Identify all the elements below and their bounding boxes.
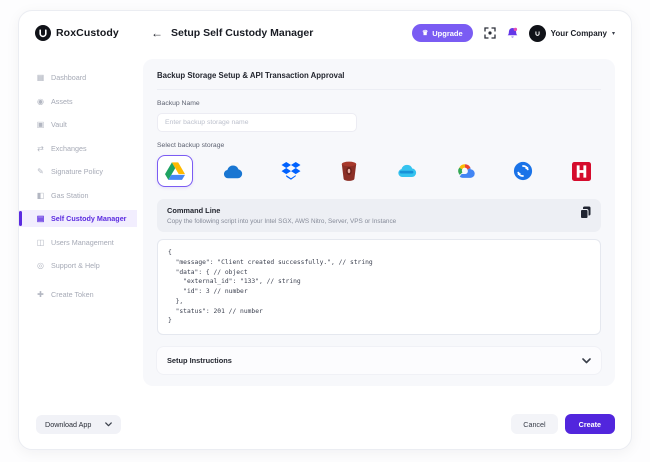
brand-name: RoxCustody: [56, 27, 119, 39]
google-cloud-icon: [454, 163, 476, 179]
section-title: Backup Storage Setup & API Transaction A…: [157, 71, 601, 90]
brand-logo: RoxCustody: [35, 25, 151, 41]
scan-qr-icon[interactable]: [484, 27, 496, 39]
sidebar-item-create-token[interactable]: ✚ Create Token: [19, 286, 137, 303]
select-storage-label: Select backup storage: [157, 142, 601, 149]
gas-station-icon: ◧: [36, 191, 45, 200]
back-arrow-icon[interactable]: ←: [151, 26, 163, 40]
storage-tile-hetzner[interactable]: [563, 155, 599, 187]
storage-tile-google-drive[interactable]: [157, 155, 193, 187]
page-head: ← Setup Self Custody Manager: [151, 26, 313, 40]
page-title: Setup Self Custody Manager: [171, 27, 313, 39]
app-window: RoxCustody ← Setup Self Custody Manager …: [18, 10, 632, 450]
sidebar-item-dashboard[interactable]: ▦ Dashboard: [19, 69, 137, 86]
command-line-header: Command Line Copy the following script i…: [157, 199, 601, 232]
hetzner-icon: [572, 162, 591, 181]
sidebar-item-gas-station[interactable]: ◧ Gas Station: [19, 187, 137, 204]
roxcustody-logo-icon: [35, 25, 51, 41]
sidebar-item-assets[interactable]: ◉ Assets: [19, 93, 137, 110]
upgrade-button[interactable]: ♛ Upgrade: [412, 24, 473, 42]
google-drive-icon: [164, 161, 186, 181]
backup-name-label: Backup Name: [157, 100, 601, 107]
storage-tile-sync[interactable]: [505, 155, 541, 187]
storage-tile-onedrive[interactable]: [215, 155, 251, 187]
company-avatar: [529, 25, 546, 42]
command-line-subtitle: Copy the following script into your Inte…: [167, 218, 580, 225]
chevron-down-icon: [105, 422, 112, 427]
setup-instructions-row[interactable]: Setup Instructions: [157, 347, 601, 374]
vault-icon: ▣: [36, 120, 45, 129]
footer-bar: Download App Cancel Create: [19, 403, 631, 449]
sidebar: ▦ Dashboard ◉ Assets ▣ Vault ⇄ Exchanges…: [19, 55, 137, 403]
storage-tiles: [157, 155, 601, 187]
sidebar-item-support-help[interactable]: ◎ Support & Help: [19, 257, 137, 274]
users-management-icon: ◫: [36, 238, 45, 247]
account-menu[interactable]: Your Company ▾: [529, 25, 615, 42]
sidebar-item-vault[interactable]: ▣ Vault: [19, 116, 137, 133]
cancel-button[interactable]: Cancel: [511, 414, 557, 434]
sidebar-item-users-management[interactable]: ◫ Users Management: [19, 234, 137, 251]
dashboard-icon: ▦: [36, 73, 45, 82]
storage-tile-amazon-s3[interactable]: [331, 155, 367, 187]
exchanges-icon: ⇄: [36, 144, 45, 153]
onedrive-icon: [222, 164, 244, 179]
top-header: RoxCustody ← Setup Self Custody Manager …: [19, 11, 631, 55]
setup-instructions-label: Setup Instructions: [167, 356, 232, 365]
chevron-down-icon: ▾: [612, 30, 615, 37]
amazon-s3-icon: [340, 161, 358, 181]
download-app-button[interactable]: Download App: [36, 415, 121, 434]
storage-tile-dropbox[interactable]: [273, 155, 309, 187]
copy-icon[interactable]: [580, 206, 591, 219]
upgrade-label: Upgrade: [432, 29, 462, 38]
storage-tile-icedrive[interactable]: [389, 155, 425, 187]
dropbox-icon: [281, 162, 301, 180]
backup-name-input[interactable]: [157, 113, 357, 132]
crown-icon: ♛: [422, 30, 428, 37]
command-line-title: Command Line: [167, 206, 580, 215]
sidebar-item-self-custody-manager[interactable]: ▤ Self Custody Manager: [19, 210, 137, 227]
command-code-block: { "message": "Client created successfull…: [157, 239, 601, 335]
company-name: Your Company: [551, 29, 607, 38]
self-custody-manager-icon: ▤: [36, 214, 45, 223]
create-button[interactable]: Create: [565, 414, 615, 434]
icedrive-icon: [396, 164, 418, 178]
backup-setup-panel: Backup Storage Setup & API Transaction A…: [143, 59, 615, 386]
assets-icon: ◉: [36, 97, 45, 106]
notifications-bell-icon[interactable]: [507, 27, 518, 39]
support-help-icon: ◎: [36, 261, 45, 270]
sync-icon: [513, 161, 533, 181]
signature-policy-icon: ✎: [36, 167, 45, 176]
sidebar-item-signature-policy[interactable]: ✎ Signature Policy: [19, 163, 137, 180]
chevron-down-icon: [582, 358, 591, 364]
sidebar-item-exchanges[interactable]: ⇄ Exchanges: [19, 140, 137, 157]
storage-tile-google-cloud[interactable]: [447, 155, 483, 187]
create-token-icon: ✚: [36, 290, 45, 299]
